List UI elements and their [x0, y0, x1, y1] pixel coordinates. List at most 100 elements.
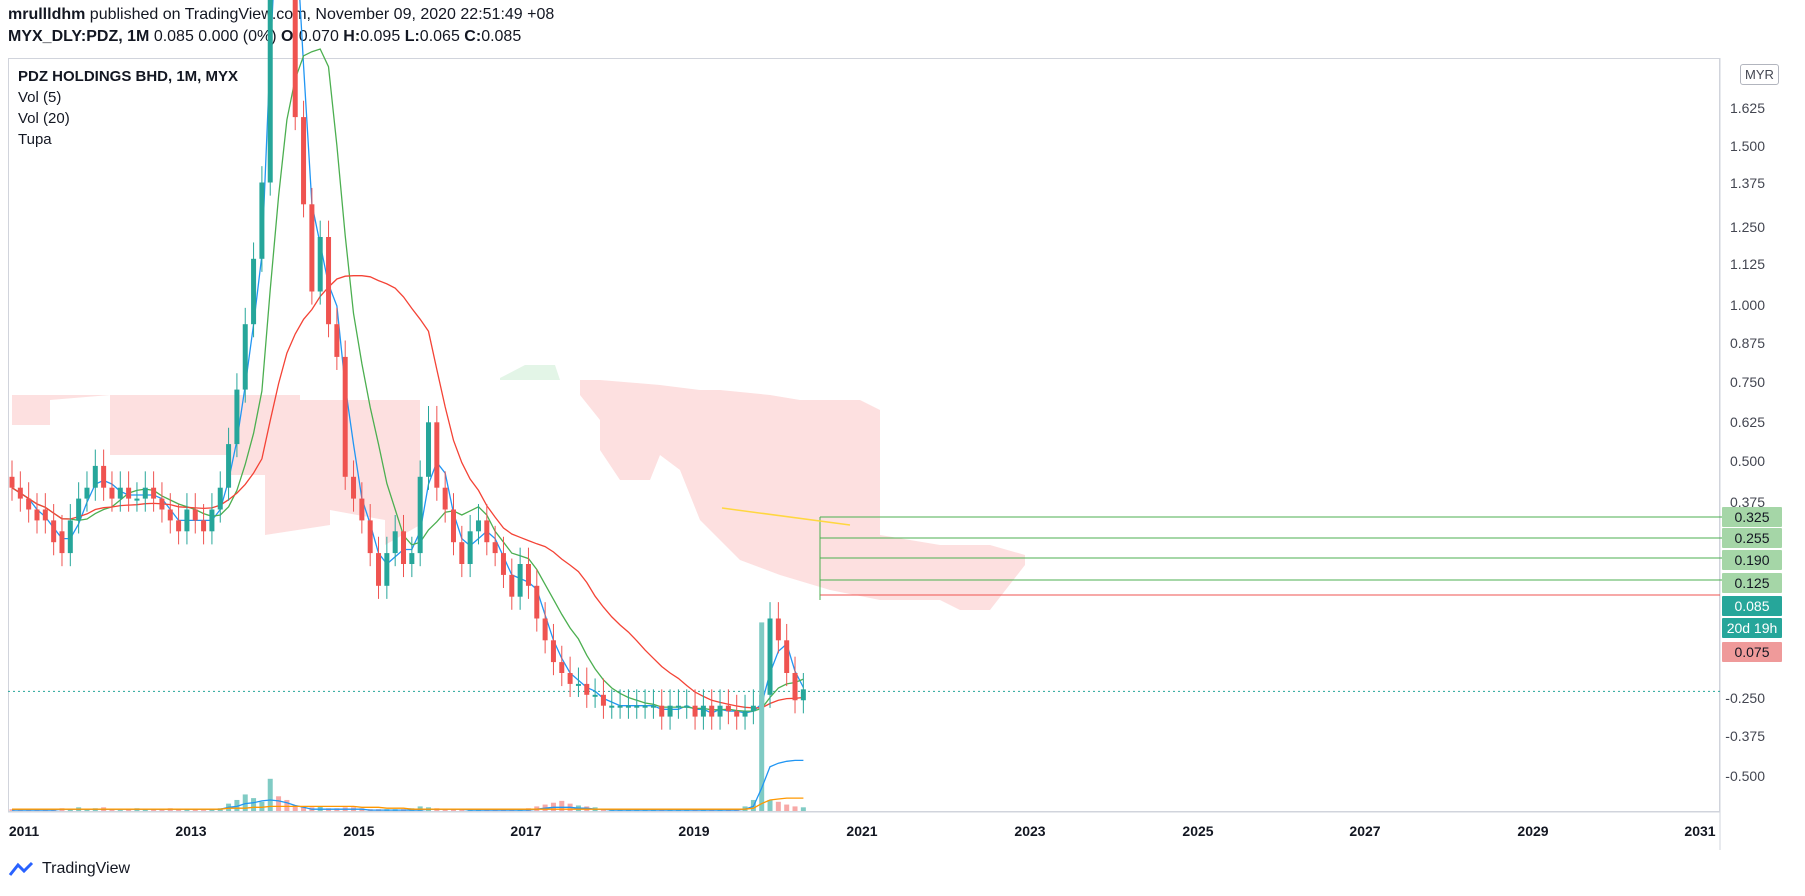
candle-body [600, 694, 606, 706]
candle-body [342, 356, 348, 477]
x-tick-label: 2011 [9, 823, 40, 839]
candle-body [459, 542, 465, 564]
candle-body [309, 204, 315, 292]
vol5-line [12, 759, 804, 811]
candle-body [584, 683, 590, 695]
price-label-text: 0.085 [1734, 598, 1769, 614]
candle-body [376, 553, 382, 586]
candle-body [209, 509, 215, 532]
vol20-line [12, 797, 804, 810]
y-tick-label: 1.250 [1730, 219, 1765, 235]
legend-vol5[interactable]: Vol (5) [18, 87, 238, 108]
volume-bar [767, 799, 773, 811]
candle-body [575, 683, 581, 686]
candle-body [542, 618, 548, 641]
candle-body [151, 487, 157, 499]
candle-body [659, 705, 665, 717]
candle-body [642, 705, 648, 708]
candle-body [34, 509, 40, 521]
y-tick-label: 1.125 [1730, 256, 1765, 272]
candle-body [492, 542, 498, 554]
candle-body [675, 705, 681, 708]
currency-button[interactable]: MYR [1740, 64, 1779, 85]
candle-body [17, 487, 23, 499]
candle-body [426, 422, 431, 477]
candle-body [509, 574, 515, 597]
candle-body [51, 520, 57, 543]
volume-bar [259, 801, 265, 811]
candle-body [784, 640, 790, 673]
kumo-cloud-red-late [560, 380, 1025, 610]
y-tick-label: 1.500 [1730, 138, 1765, 154]
x-tick-label: 2017 [510, 823, 541, 839]
candle-body [401, 531, 407, 564]
volume-bar [800, 807, 806, 811]
x-tick-label: 2013 [175, 823, 206, 839]
candle-body [334, 324, 340, 357]
candle-body [500, 553, 506, 575]
candle-body [667, 705, 673, 717]
candle-body [234, 389, 240, 445]
price-label-text: 0.190 [1734, 552, 1769, 568]
candle-body [692, 705, 698, 717]
x-tick-label: 2027 [1349, 823, 1380, 839]
kumo-cloud-green [500, 365, 560, 380]
candle-body [167, 509, 173, 521]
price-label-text: 0.325 [1734, 509, 1769, 525]
price-label-text: 0.125 [1734, 575, 1769, 591]
candle-body [767, 618, 773, 695]
candle-body [684, 705, 690, 708]
candle-body [700, 705, 706, 717]
price-label-text: 0.075 [1734, 644, 1769, 660]
candle-body [592, 694, 598, 697]
candle-body [59, 531, 65, 554]
candle-body [742, 711, 748, 717]
candle-body [442, 487, 448, 510]
candle-body [609, 705, 615, 708]
candle-body [725, 705, 731, 712]
x-tick-label: 2029 [1517, 823, 1548, 839]
candle-body [517, 564, 523, 597]
y-tick-label: -0.500 [1725, 768, 1765, 784]
candle-body [467, 531, 473, 564]
candle-body [92, 465, 98, 488]
x-tick-label: 2031 [1684, 823, 1715, 839]
legend-indicator[interactable]: Tupa [18, 129, 238, 150]
candle-body [326, 237, 332, 325]
tradingview-brand: TradingView [8, 860, 130, 878]
volume-bar [284, 799, 290, 811]
candle-body [201, 520, 207, 532]
candle-body [26, 498, 32, 510]
y-tick-label: 1.000 [1730, 297, 1765, 313]
price-chart[interactable]: 1.625 1.500 1.375 1.250 1.125 1.000 0.875 0.750… [0, 0, 1805, 896]
candle-body [184, 509, 190, 532]
candle-body [475, 520, 481, 532]
y-tick-label: 0.625 [1730, 414, 1765, 430]
kumo-cloud-red-early [12, 395, 420, 545]
candle-body [734, 711, 740, 717]
volume-bar [117, 810, 123, 811]
candle-body [792, 673, 798, 701]
candle-body [709, 705, 715, 717]
legend-title[interactable]: PDZ HOLDINGS BHD, 1M, MYX [18, 66, 238, 87]
candle-body [259, 182, 265, 259]
candle-body [450, 509, 456, 543]
candle-body [84, 487, 90, 499]
candle-body [67, 520, 73, 554]
candle-body [242, 324, 248, 390]
candle-body [351, 476, 357, 499]
candle-body [76, 498, 82, 521]
price-label-text: 20d 19h [1727, 620, 1778, 636]
candle-body [800, 689, 806, 701]
candle-body [267, 0, 273, 183]
candle-body [567, 673, 573, 684]
candle-body [625, 705, 631, 708]
candle-body [634, 705, 640, 708]
candle-body [192, 509, 198, 521]
legend-vol20[interactable]: Vol (20) [18, 108, 238, 129]
candle-body [559, 662, 565, 673]
volume-bar [784, 804, 790, 811]
x-tick-label: 2023 [1014, 823, 1045, 839]
candle-body [717, 705, 723, 717]
chart-legend: PDZ HOLDINGS BHD, 1M, MYX Vol (5) Vol (2… [18, 66, 238, 150]
